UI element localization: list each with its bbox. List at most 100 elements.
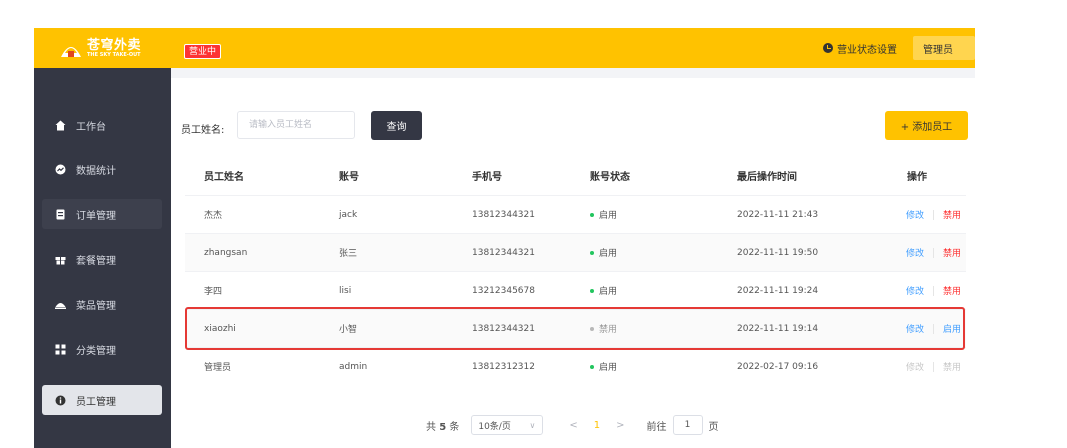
status-text: 启用 (599, 287, 618, 297)
cell-last-modified: 2022-02-17 09:16 (737, 361, 819, 372)
cell-last-modified: 2022-11-11 19:14 (737, 323, 819, 334)
status-dot-icon (590, 326, 594, 331)
sidebar-item-categories[interactable]: 分类管理 (42, 334, 162, 364)
goto-label: 前往 (646, 421, 667, 433)
logo-icon (61, 47, 81, 57)
table-row: 李四 lisi 13212345678 启用 2022-11-11 19:24 修改 禁用 (185, 271, 966, 309)
sidebar-item-dishes[interactable]: 菜品管理 (42, 289, 162, 319)
toggle-status-link[interactable]: 禁用 (943, 208, 961, 221)
cell-last-modified: 2022-11-11 19:50 (737, 247, 819, 258)
column-header-actions: 操作 (907, 171, 927, 183)
chart-icon (55, 164, 66, 174)
status-text: 启用 (599, 249, 618, 259)
cell-account: 小智 (339, 325, 358, 335)
cell-status: 启用 (590, 246, 617, 259)
cell-account: jack (339, 209, 358, 220)
cell-name: 杰杰 (204, 211, 223, 221)
table-row: 杰杰 jack 13812344321 启用 2022-11-11 21:43 修改 禁用 (185, 195, 966, 233)
cell-status: 启用 (590, 208, 617, 221)
cell-account: admin (339, 361, 368, 372)
chevron-down-icon: ∨ (529, 421, 536, 430)
action-divider (933, 285, 935, 296)
status-dot-icon (590, 250, 594, 255)
status-dot-icon (590, 288, 594, 293)
page-size-select[interactable]: 10条/页 ∨ (471, 415, 544, 435)
cell-name: 管理员 (204, 363, 232, 373)
status-text: 禁用 (599, 325, 618, 335)
admin-user-menu[interactable]: 管理员 (913, 36, 975, 60)
clock-icon (823, 43, 833, 53)
column-header-phone: 手机号 (472, 171, 502, 183)
toggle-status-link[interactable]: 禁用 (943, 284, 961, 297)
add-employee-button[interactable]: + 添加员工 (885, 111, 968, 140)
sidebar: 工作台 数据统计 订单管理 套餐管理 菜品管理 分类管理 员工管理 (34, 68, 171, 448)
table-row: 管理员 admin 13812312312 启用 2022-02-17 09:16 修改 禁… (185, 347, 966, 385)
total-count: 共 5 条 (426, 421, 460, 433)
cell-last-modified: 2022-11-11 19:24 (737, 285, 819, 296)
sidebar-item-statistics[interactable]: 数据统计 (42, 154, 162, 184)
column-header-status: 账号状态 (590, 171, 630, 183)
edit-link[interactable]: 修改 (906, 284, 924, 297)
cell-status: 禁用 (590, 322, 617, 335)
toggle-status-link[interactable]: 启用 (943, 322, 961, 335)
package-icon (55, 256, 66, 264)
sidebar-item-orders[interactable]: 订单管理 (42, 199, 162, 229)
cell-actions: 修改 禁用 (906, 246, 961, 259)
status-dot-icon (590, 364, 594, 369)
table-row: xiaozhi 小智 13812344321 禁用 2022-11-11 19:14 修改… (185, 309, 966, 347)
cell-phone: 13212345678 (472, 285, 535, 296)
next-page-button[interactable]: > (616, 420, 624, 431)
logo-subtitle: THE SKY TAKE-OUT (87, 51, 141, 58)
column-header-last-modified: 最后操作时间 (737, 171, 797, 183)
column-header-name: 员工姓名 (204, 171, 244, 183)
sidebar-item-workbench[interactable]: 工作台 (42, 110, 162, 140)
cell-phone: 13812344321 (472, 209, 535, 220)
cell-name: zhangsan (204, 247, 248, 258)
column-header-account: 账号 (339, 171, 359, 183)
sidebar-item-packages[interactable]: 套餐管理 (42, 244, 162, 274)
toggle-status-link[interactable]: 禁用 (943, 246, 961, 259)
cell-phone: 13812344321 (472, 323, 535, 334)
action-divider (933, 361, 935, 372)
status-text: 启用 (599, 363, 618, 373)
cell-phone: 13812312312 (472, 361, 535, 372)
cell-account: 张三 (339, 249, 358, 259)
search-button[interactable]: 查询 (371, 111, 422, 140)
sidebar-item-label: 菜品管理 (76, 300, 116, 312)
sidebar-item-label: 数据统计 (76, 165, 116, 177)
page-number-current[interactable]: 1 (594, 420, 600, 431)
cell-status: 启用 (590, 360, 617, 373)
status-dot-icon (590, 212, 594, 217)
table-header: 员工姓名 账号 手机号 账号状态 最后操作时间 操作 (185, 155, 966, 195)
table-row: zhangsan 张三 13812344321 启用 2022-11-11 19:50 修… (185, 233, 966, 271)
edit-link[interactable]: 修改 (906, 322, 924, 335)
edit-link[interactable]: 修改 (906, 246, 924, 259)
category-icon (55, 344, 66, 354)
business-status-badge: 营业中 (184, 44, 222, 59)
logo: 苍穹外卖 THE SKY TAKE-OUT (59, 36, 141, 60)
edit-link[interactable]: 修改 (906, 208, 924, 221)
prev-page-button[interactable]: < (569, 420, 577, 431)
pagination: 共 5 条 10条/页 ∨ < 1 > 前往 1 页 (426, 415, 719, 435)
employee-icon (55, 395, 66, 405)
cell-actions: 修改 禁用 (906, 208, 961, 221)
employee-name-search-input[interactable] (237, 111, 355, 139)
edit-link[interactable]: 修改 (906, 360, 924, 373)
sidebar-item-label: 订单管理 (76, 210, 116, 222)
home-icon (55, 120, 66, 130)
logo-title: 苍穹外卖 (87, 37, 142, 53)
cell-actions: 修改 禁用 (906, 360, 961, 373)
action-divider (933, 323, 935, 334)
cell-account: lisi (339, 285, 352, 296)
cell-phone: 13812344321 (472, 247, 535, 258)
cell-actions: 修改 禁用 (906, 284, 961, 297)
employee-table: 员工姓名 账号 手机号 账号状态 最后操作时间 操作 杰杰 jack 1381234… (185, 155, 966, 385)
top-header: 苍穹外卖 THE SKY TAKE-OUT 营业中 营业状态设置 管理员 (34, 28, 975, 68)
order-icon (56, 209, 65, 219)
business-status-setting-label: 营业状态设置 (837, 44, 897, 56)
sidebar-item-employees[interactable]: 员工管理 (42, 385, 162, 415)
business-status-setting-button[interactable]: 营业状态设置 (823, 41, 897, 56)
goto-page-input[interactable]: 1 (672, 415, 703, 435)
cell-name: xiaozhi (204, 323, 236, 334)
toggle-status-link[interactable]: 禁用 (943, 360, 961, 373)
